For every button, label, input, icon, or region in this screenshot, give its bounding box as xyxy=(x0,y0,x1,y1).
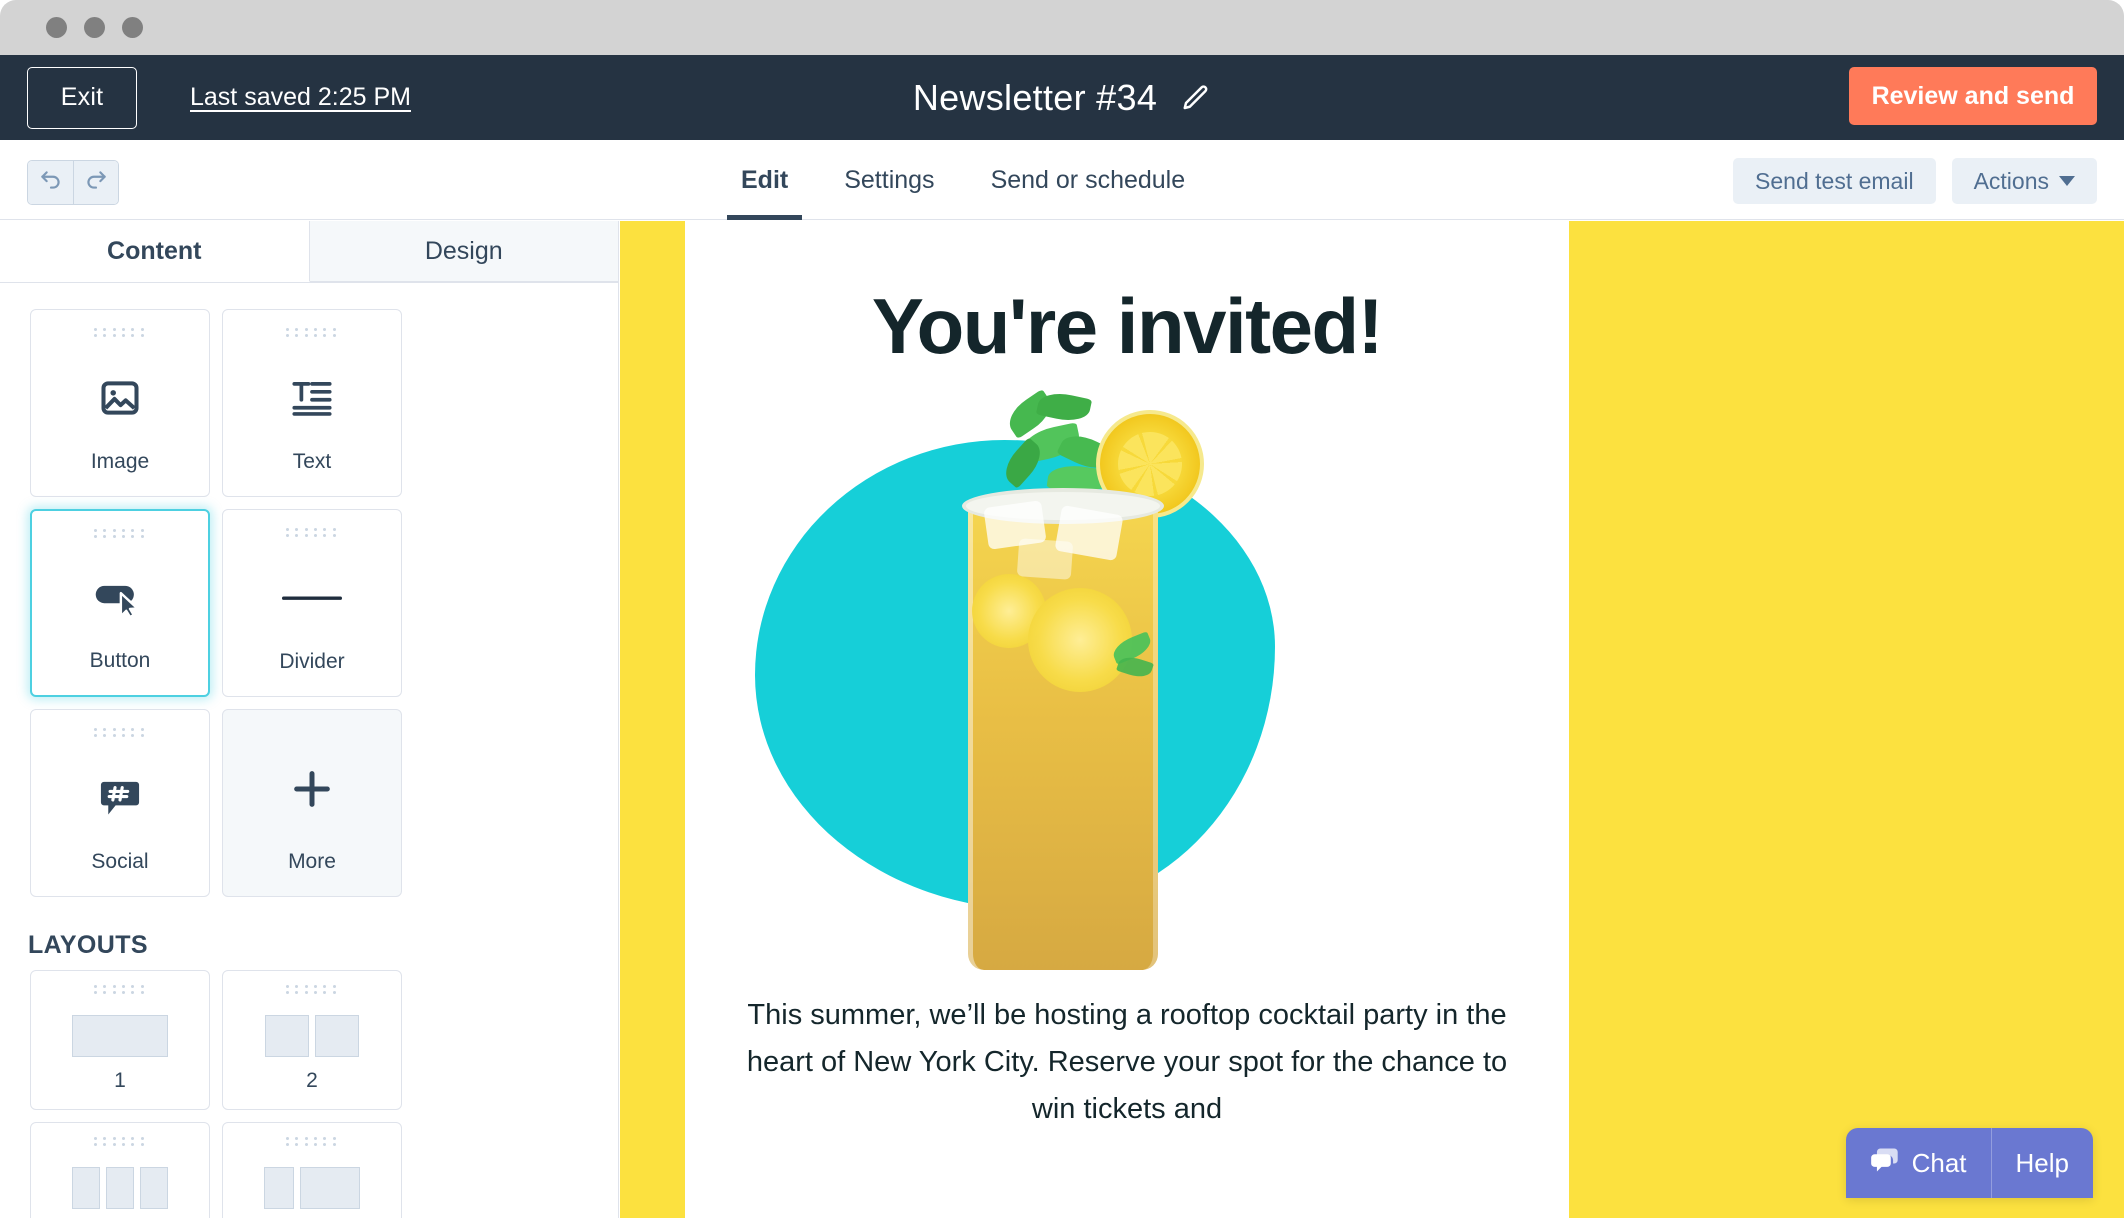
layout-preview xyxy=(72,1154,168,1218)
tab-edit[interactable]: Edit xyxy=(713,140,816,220)
window-title-bar xyxy=(0,0,2124,55)
drag-handle-dots-icon[interactable] xyxy=(94,985,146,994)
sidebar-tab-content[interactable]: Content xyxy=(0,221,310,282)
actions-label: Actions xyxy=(1973,167,2049,194)
redo-button[interactable] xyxy=(73,161,118,204)
layout-tile-1-3-2-3[interactable]: 1/3 : 2/3 xyxy=(222,1122,402,1218)
block-label: More xyxy=(288,850,336,873)
actions-dropdown-button[interactable]: Actions xyxy=(1951,158,2097,204)
layout-tile-2[interactable]: 2 xyxy=(222,970,402,1110)
review-and-send-button[interactable]: Review and send xyxy=(1849,67,2097,125)
layout-column xyxy=(72,1014,168,1057)
help-button[interactable]: Help xyxy=(1990,1128,2093,1198)
redo-arrow-icon xyxy=(83,167,109,198)
layout-label: 2 xyxy=(306,1069,318,1092)
block-tile-image[interactable]: Image xyxy=(30,309,210,497)
block-label: Text xyxy=(292,450,332,473)
layout-column xyxy=(264,1166,294,1209)
button-icon xyxy=(32,546,208,649)
email-editor-app: Exit Last saved 2:25 PM Newsletter #34 R… xyxy=(0,0,2124,1218)
layout-column xyxy=(265,1014,309,1057)
send-test-email-label: Send test email xyxy=(1755,167,1914,194)
speech-bubble-icon xyxy=(1870,1146,1900,1181)
editor-tabs: Edit Settings Send or schedule xyxy=(713,140,1213,220)
undo-redo-group xyxy=(27,160,119,205)
minimize-window-dot[interactable] xyxy=(84,17,105,38)
block-label: Divider xyxy=(279,650,345,673)
drag-handle-dots-icon[interactable] xyxy=(286,1137,338,1146)
layout-preview xyxy=(264,1154,360,1218)
email-preview-canvas[interactable]: You're invited! This summer, we’ll be ho… xyxy=(620,221,2124,1218)
block-tile-text[interactable]: Text xyxy=(222,309,402,497)
drag-handle-dots-icon[interactable] xyxy=(94,728,146,737)
last-saved-link[interactable]: Last saved 2:25 PM xyxy=(190,83,411,112)
tab-settings[interactable]: Settings xyxy=(816,140,962,220)
sidebar-tab-design[interactable]: Design xyxy=(309,221,618,282)
chevron-down-icon xyxy=(2059,176,2075,186)
chat-help-widget: Chat Help xyxy=(1845,1128,2093,1198)
layout-tile-1[interactable]: 1 xyxy=(30,970,210,1110)
layout-column xyxy=(72,1166,100,1209)
layouts-heading: LAYOUTS xyxy=(28,931,148,959)
block-tile-divider[interactable]: Divider xyxy=(222,509,402,697)
exit-button[interactable]: Exit xyxy=(27,66,137,129)
email-card[interactable]: You're invited! This summer, we’ll be ho… xyxy=(685,221,1569,1218)
social-hashtag-icon xyxy=(31,745,209,850)
chat-button[interactable]: Chat xyxy=(1846,1128,1991,1198)
help-label: Help xyxy=(2015,1147,2069,1178)
email-body-text[interactable]: This summer, we’ll be hosting a rooftop … xyxy=(685,992,1569,1133)
lemon-slice-in-glass xyxy=(1028,588,1132,692)
block-tile-more[interactable]: More xyxy=(222,709,402,897)
sidebar-tabs: Content Design xyxy=(0,221,618,283)
drag-handle-dots-icon[interactable] xyxy=(286,985,338,994)
block-label: Social xyxy=(91,850,149,873)
close-window-dot[interactable] xyxy=(46,17,67,38)
layout-label: 1 xyxy=(114,1069,126,1092)
layout-preview xyxy=(72,1002,168,1069)
drag-handle-dots-icon[interactable] xyxy=(94,328,146,337)
layout-column xyxy=(300,1166,360,1209)
image-icon xyxy=(31,345,209,450)
drag-handle-dots-icon[interactable] xyxy=(94,1137,146,1146)
chat-label: Chat xyxy=(1911,1147,1967,1178)
undo-button[interactable] xyxy=(28,161,73,204)
plus-icon xyxy=(223,728,401,850)
editor-toolbar: Edit Settings Send or schedule Send test… xyxy=(0,140,2124,220)
ice-cube xyxy=(1016,538,1074,580)
email-heading[interactable]: You're invited! xyxy=(685,281,1569,372)
drag-handle-dots-icon[interactable] xyxy=(286,528,338,537)
content-block-palette: Image Text Button Divider Social More xyxy=(0,283,580,897)
block-label: Image xyxy=(90,450,150,473)
drag-handle-dots-icon[interactable] xyxy=(94,529,146,538)
layout-column xyxy=(106,1166,134,1209)
text-icon xyxy=(223,345,401,450)
undo-arrow-icon xyxy=(38,167,64,198)
divider-icon xyxy=(223,545,401,650)
send-test-email-button[interactable]: Send test email xyxy=(1733,158,1936,204)
window-controls xyxy=(46,17,143,38)
block-tile-social[interactable]: Social xyxy=(30,709,210,897)
layout-tile-3[interactable]: 3 xyxy=(30,1122,210,1218)
layout-preview xyxy=(265,1002,359,1069)
layout-column xyxy=(315,1014,359,1057)
email-hero-image[interactable] xyxy=(685,388,1569,992)
drag-handle-dots-icon[interactable] xyxy=(286,328,338,337)
page-title: Newsletter #34 xyxy=(912,76,1158,118)
cocktail-glass-illustration xyxy=(910,388,1210,972)
app-top-bar: Exit Last saved 2:25 PM Newsletter #34 R… xyxy=(0,55,2124,140)
maximize-window-dot[interactable] xyxy=(122,17,143,38)
left-sidebar: Content Design Image Text Button Divider… xyxy=(0,221,619,1218)
layout-column xyxy=(140,1166,168,1209)
toolbar-actions: Send test email Actions xyxy=(1733,158,2097,204)
block-label: Button xyxy=(89,649,151,672)
layout-palette: 1 2 3 xyxy=(0,970,580,1218)
block-tile-button[interactable]: Button xyxy=(30,509,210,697)
pencil-icon[interactable] xyxy=(1181,83,1211,113)
tab-send-or-schedule[interactable]: Send or schedule xyxy=(963,140,1214,220)
